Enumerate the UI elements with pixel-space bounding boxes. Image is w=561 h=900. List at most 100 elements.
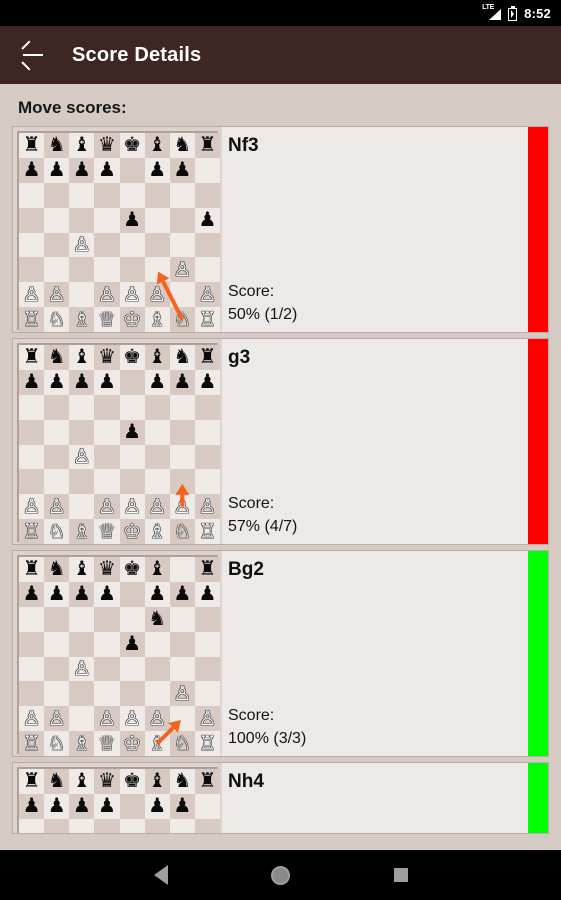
- board-square: [94, 469, 120, 495]
- board-square: [44, 681, 70, 707]
- chess-board-container: ♜ ♞ ♝ ♛ ♚ ♝ ♞ ♜ ♟ ♟ ♟ ♟ ♟ ♟: [13, 763, 222, 833]
- board-square: [69, 232, 95, 258]
- board-square: [69, 581, 95, 607]
- board-square: [169, 681, 195, 707]
- board-square: [94, 369, 120, 395]
- move-score-card[interactable]: ♜ ♞ ♝ ♛ ♚ ♝ ♜ ♟ ♟ ♟ ♟ ♟ ♟ ♟ ♞ ♟ ♙ ♙ ♙ ♙ ♙ ♙ ♙ ♙ ♖ ♘ ♗ ♕ ♔ ♗ ♘ ♖ Bg2 Score…: [12, 550, 549, 757]
- nav-back-button[interactable]: [101, 865, 221, 885]
- board-square: [44, 469, 70, 495]
- board-square: [194, 419, 220, 445]
- move-score-card[interactable]: ♜ ♞ ♝ ♛ ♚ ♝ ♞ ♜ ♟ ♟ ♟ ♟ ♟ ♟ ♟ ♟ ♙ ♙ ♙ ♙ ♙ ♙ ♙ ♙ ♖ ♘ ♗ ♕ ♔ ♗ ♘ ♖ g3 Score:…: [12, 338, 549, 545]
- board-square: [169, 419, 195, 445]
- content-area: Move scores: ♜ ♞ ♝ ♛ ♚ ♝ ♞ ♜ ♟ ♟ ♟ ♟ ♟ ♟ ♟ ♟ ♙ ♙ ♙ ♙ ♙ ♙ ♙ ♙ ♖ ♘ ♗…: [0, 84, 561, 850]
- board-square: [94, 232, 120, 258]
- board-square: [69, 182, 95, 208]
- board-square: [119, 133, 145, 158]
- board-square: [44, 731, 70, 756]
- board-square: [44, 345, 70, 370]
- score-block: Score: 100% (3/3): [228, 704, 538, 750]
- board-square: [119, 469, 145, 495]
- move-info: Nh4: [222, 763, 548, 833]
- board-square: [94, 631, 120, 657]
- chess-board: ♜ ♞ ♝ ♛ ♚ ♝ ♞ ♜ ♟ ♟ ♟ ♟ ♟ ♟ ♟ ♟ ♙ ♙ ♙ ♙ ♙ ♙ ♙ ♙ ♖ ♘ ♗ ♕ ♔ ♗ ♘ ♖: [17, 343, 220, 544]
- status-bar: LTE 8:52: [0, 0, 561, 26]
- board-square: [144, 581, 170, 607]
- board-square: [194, 581, 220, 607]
- board-square: [169, 307, 195, 332]
- board-square: [19, 681, 45, 707]
- board-square: [19, 345, 45, 370]
- board-square: [144, 557, 170, 582]
- board-square: [69, 345, 95, 370]
- board-square: [94, 394, 120, 420]
- board-square: [169, 182, 195, 208]
- board-square: [19, 557, 45, 582]
- board-square: [194, 606, 220, 632]
- board-square: [44, 606, 70, 632]
- board-square: [144, 706, 170, 732]
- board-square: [19, 469, 45, 495]
- board-square: [69, 157, 95, 183]
- board-square: [69, 681, 95, 707]
- board-square: [169, 232, 195, 258]
- board-square: [19, 793, 45, 819]
- board-square: [44, 157, 70, 183]
- board-square: [94, 257, 120, 283]
- board-square: [169, 731, 195, 756]
- move-score-list[interactable]: ♜ ♞ ♝ ♛ ♚ ♝ ♞ ♜ ♟ ♟ ♟ ♟ ♟ ♟ ♟ ♟ ♙ ♙ ♙ ♙ ♙ ♙ ♙ ♙ ♖ ♘ ♗ ♕ ♔ ♗ ♘ ♖ Nf3 Score…: [0, 126, 561, 834]
- move-info: g3 Score: 57% (4/7): [222, 339, 548, 544]
- board-square: [144, 282, 170, 308]
- board-square: [44, 519, 70, 544]
- nav-recents-button[interactable]: [341, 868, 461, 882]
- board-square: [44, 257, 70, 283]
- nav-home-button[interactable]: [221, 865, 341, 885]
- board-square: [144, 519, 170, 544]
- board-square: [94, 307, 120, 332]
- board-square: [19, 818, 45, 833]
- board-square: [119, 681, 145, 707]
- board-square: [69, 606, 95, 632]
- board-square: [94, 444, 120, 470]
- app-root: LTE 8:52 Score Details Move scores: ♜ ♞ ♝ ♛…: [0, 0, 561, 900]
- board-square: [119, 656, 145, 682]
- chess-board-container: ♜ ♞ ♝ ♛ ♚ ♝ ♞ ♜ ♟ ♟ ♟ ♟ ♟ ♟ ♟ ♟ ♙ ♙ ♙ ♙ ♙ ♙ ♙ ♙ ♖ ♘ ♗ ♕ ♔ ♗ ♘ ♖: [13, 339, 222, 544]
- board-square: [94, 282, 120, 308]
- board-square: [44, 232, 70, 258]
- board-square: [144, 606, 170, 632]
- board-square: [69, 444, 95, 470]
- score-indicator-bar: [528, 763, 548, 833]
- board-square: [94, 207, 120, 233]
- board-square: [144, 793, 170, 819]
- section-title: Move scores:: [18, 98, 127, 117]
- board-square: [119, 207, 145, 233]
- board-square: [194, 519, 220, 544]
- board-square: [119, 631, 145, 657]
- board-square: [144, 182, 170, 208]
- board-square: [194, 345, 220, 370]
- move-score-card[interactable]: ♜ ♞ ♝ ♛ ♚ ♝ ♞ ♜ ♟ ♟ ♟ ♟ ♟ ♟ Nh4: [12, 762, 549, 834]
- board-square: [19, 656, 45, 682]
- board-square: [119, 793, 145, 819]
- page-title: Score Details: [72, 43, 202, 66]
- board-square: [69, 706, 95, 732]
- move-score-card[interactable]: ♜ ♞ ♝ ♛ ♚ ♝ ♞ ♜ ♟ ♟ ♟ ♟ ♟ ♟ ♟ ♟ ♙ ♙ ♙ ♙ ♙ ♙ ♙ ♙ ♖ ♘ ♗ ♕ ♔ ♗ ♘ ♖ Nf3 Score…: [12, 126, 549, 333]
- board-square: [144, 394, 170, 420]
- triangle-back-icon: [153, 865, 168, 885]
- board-square: [119, 257, 145, 283]
- board-square: [69, 818, 95, 833]
- board-square: [44, 394, 70, 420]
- move-notation: g3: [228, 347, 251, 368]
- board-square: [194, 469, 220, 495]
- board-square: [44, 769, 70, 794]
- board-square: [44, 282, 70, 308]
- board-square: [44, 133, 70, 158]
- square-recents-icon: [393, 868, 408, 882]
- board-square: [119, 282, 145, 308]
- score-value: 50% (1/2): [228, 305, 298, 323]
- back-arrow-icon[interactable]: [20, 40, 46, 71]
- board-square: [44, 494, 70, 520]
- board-square: [69, 494, 95, 520]
- board-square: [94, 769, 120, 794]
- board-square: [19, 307, 45, 332]
- board-square: [69, 369, 95, 395]
